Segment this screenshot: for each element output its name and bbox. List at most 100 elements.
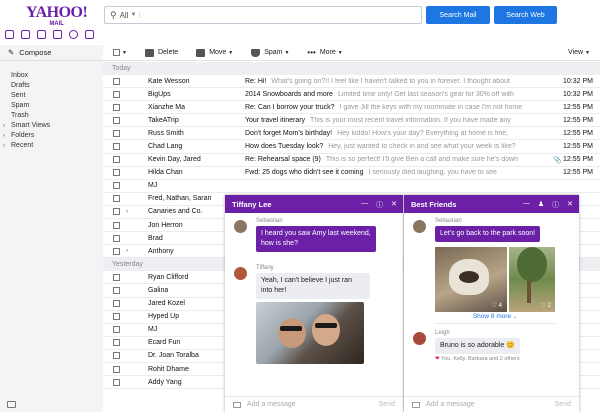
chevron-right-icon[interactable]: › <box>126 248 148 254</box>
shared-photo-park[interactable]: ♡ 2 <box>509 247 555 312</box>
sidebar-item-sent[interactable]: Sent <box>0 91 103 101</box>
row-select <box>113 247 126 255</box>
chevron-right-icon[interactable]: › <box>3 131 11 141</box>
row-checkbox[interactable] <box>113 156 120 164</box>
table-row[interactable]: Russ Smith Don't forget Mom's birthday! He… <box>103 127 600 141</box>
row-checkbox[interactable] <box>113 103 120 111</box>
info-icon[interactable]: ⓘ <box>376 200 383 210</box>
sidebar-item-folders[interactable]: › Folders <box>0 131 103 141</box>
table-row[interactable]: Kate Wesson Re: Hi! What's going on?!! I f… <box>103 75 600 89</box>
row-checkbox[interactable] <box>113 129 120 137</box>
row-checkbox[interactable] <box>113 169 120 177</box>
sidebar-item-inbox[interactable]: Inbox <box>0 71 103 81</box>
table-row[interactable]: Chad Lang How does Tuesday look? Hey, just… <box>103 140 600 154</box>
row-checkbox[interactable] <box>113 339 120 347</box>
row-checkbox[interactable] <box>113 313 120 321</box>
search-input[interactable] <box>144 8 421 22</box>
chevron-right-icon[interactable]: › <box>3 141 11 151</box>
row-checkbox[interactable] <box>113 273 120 281</box>
notepad-icon[interactable] <box>53 30 62 39</box>
image-icon[interactable] <box>412 401 420 408</box>
move-button[interactable]: Move ▼ <box>196 48 233 57</box>
send-button[interactable]: Send <box>555 401 571 408</box>
sidebar-item-spam[interactable]: Spam <box>0 101 103 111</box>
chevron-down-icon[interactable]: ▼ <box>122 50 127 56</box>
message-input[interactable]: Add a message Send <box>404 396 579 412</box>
table-row[interactable]: Hilda Chan Fwd: 25 dogs who didn't see it… <box>103 166 600 180</box>
message-subject: Don't forget Mom's birthday! <box>245 129 333 137</box>
spam-button[interactable]: Spam ▼ <box>251 48 289 57</box>
newsfeed-icon[interactable] <box>85 30 94 39</box>
show-more-link[interactable]: Show 8 more ⌄ <box>435 313 555 324</box>
row-checkbox[interactable] <box>113 182 120 190</box>
table-row[interactable]: TakeATrip Your travel itinerary This is yo… <box>103 114 600 128</box>
row-checkbox[interactable] <box>113 195 120 203</box>
send-button[interactable]: Send <box>379 401 395 408</box>
search-mail-button[interactable]: Search Mail <box>426 6 490 24</box>
search-box[interactable]: ⚲ All ▼ <box>104 6 422 24</box>
contacts-icon[interactable] <box>21 30 30 39</box>
sender-name: Kevin Day, Jared <box>148 156 201 164</box>
chat-header[interactable]: Best Friends — ♟ ⓘ ✕ <box>404 195 579 213</box>
chat-title: Tiffany Lee <box>232 199 272 209</box>
chevron-right-icon[interactable]: › <box>3 121 11 131</box>
chat-title: Best Friends <box>411 199 457 209</box>
chat-header[interactable]: Tiffany Lee — ⓘ ✕ <box>225 195 403 213</box>
more-button[interactable]: ••• More ▼ <box>307 48 342 57</box>
close-icon[interactable]: ✕ <box>391 200 397 210</box>
row-checkbox[interactable] <box>113 221 120 229</box>
messenger-icon[interactable] <box>69 30 78 39</box>
chat-window-tiffany: Tiffany Lee — ⓘ ✕ Sebastian I heard you … <box>225 195 403 412</box>
chevron-down-icon[interactable]: ▼ <box>130 12 141 18</box>
photo-like-count[interactable]: ♡ 4 <box>492 302 502 309</box>
info-icon[interactable]: ⓘ <box>552 200 559 210</box>
sidebar-item-trash[interactable]: Trash <box>0 111 103 121</box>
sidebar-item-recent[interactable]: › Recent <box>0 141 103 151</box>
message-snippet: Hey kiddo! How's your day? Everything at… <box>337 129 509 137</box>
photo-like-count[interactable]: ♡ 2 <box>541 302 551 309</box>
row-checkbox[interactable] <box>113 378 120 386</box>
chevron-right-icon[interactable]: › <box>126 209 148 215</box>
select-all-checkbox[interactable] <box>113 49 120 56</box>
search-web-button[interactable]: Search Web <box>494 6 557 24</box>
add-person-icon[interactable]: ♟ <box>538 200 544 210</box>
row-checkbox[interactable] <box>113 90 120 98</box>
close-icon[interactable]: ✕ <box>567 200 573 210</box>
message-snippet: This is so perfect! I'll give Ben a call… <box>325 156 519 164</box>
message-input[interactable]: Add a message Send <box>225 396 403 412</box>
shared-photo-dog[interactable]: ♡ 4 <box>435 247 507 312</box>
table-row[interactable]: BigUps 2014 Snowboards and more Limited ti… <box>103 88 600 102</box>
search-scope[interactable]: All <box>120 11 129 20</box>
mail-icon[interactable] <box>5 30 14 39</box>
row-checkbox[interactable] <box>113 286 120 294</box>
row-select <box>113 116 126 124</box>
row-checkbox[interactable] <box>113 365 120 373</box>
row-checkbox[interactable] <box>113 326 120 334</box>
minimize-icon[interactable]: — <box>523 200 530 210</box>
select-all[interactable]: ▼ <box>113 49 127 56</box>
spam-label: Spam <box>264 49 283 56</box>
image-icon[interactable] <box>7 401 16 408</box>
sidebar-item-smart-views[interactable]: › Smart Views <box>0 121 103 131</box>
row-checkbox[interactable] <box>113 234 120 242</box>
calendar-icon[interactable] <box>37 30 46 39</box>
row-checkbox[interactable] <box>113 77 120 85</box>
delete-button[interactable]: Delete <box>144 48 178 57</box>
view-menu[interactable]: View ▼ <box>568 49 590 56</box>
row-checkbox[interactable] <box>113 247 120 255</box>
compose-button[interactable]: ✎ Compose <box>0 45 103 61</box>
sidebar-item-drafts[interactable]: Drafts <box>0 81 103 91</box>
yahoo-mail-logo[interactable]: YAHOO! MAIL <box>26 5 88 28</box>
table-row[interactable]: Xianzhe Ma Re: Can I borrow your truck? I … <box>103 101 600 115</box>
row-checkbox[interactable] <box>113 208 120 216</box>
table-row[interactable]: Kevin Day, Jared Re: Rehearsal space (9) T… <box>103 153 600 167</box>
row-checkbox[interactable] <box>113 352 120 360</box>
row-checkbox[interactable] <box>113 143 120 151</box>
image-icon[interactable] <box>233 401 241 408</box>
shared-photo[interactable] <box>256 302 364 364</box>
table-row[interactable]: MJ <box>103 179 600 193</box>
row-checkbox[interactable] <box>113 300 120 308</box>
heart-icon[interactable]: ❤ <box>435 356 440 362</box>
minimize-icon[interactable]: — <box>361 200 368 210</box>
row-checkbox[interactable] <box>113 116 120 124</box>
